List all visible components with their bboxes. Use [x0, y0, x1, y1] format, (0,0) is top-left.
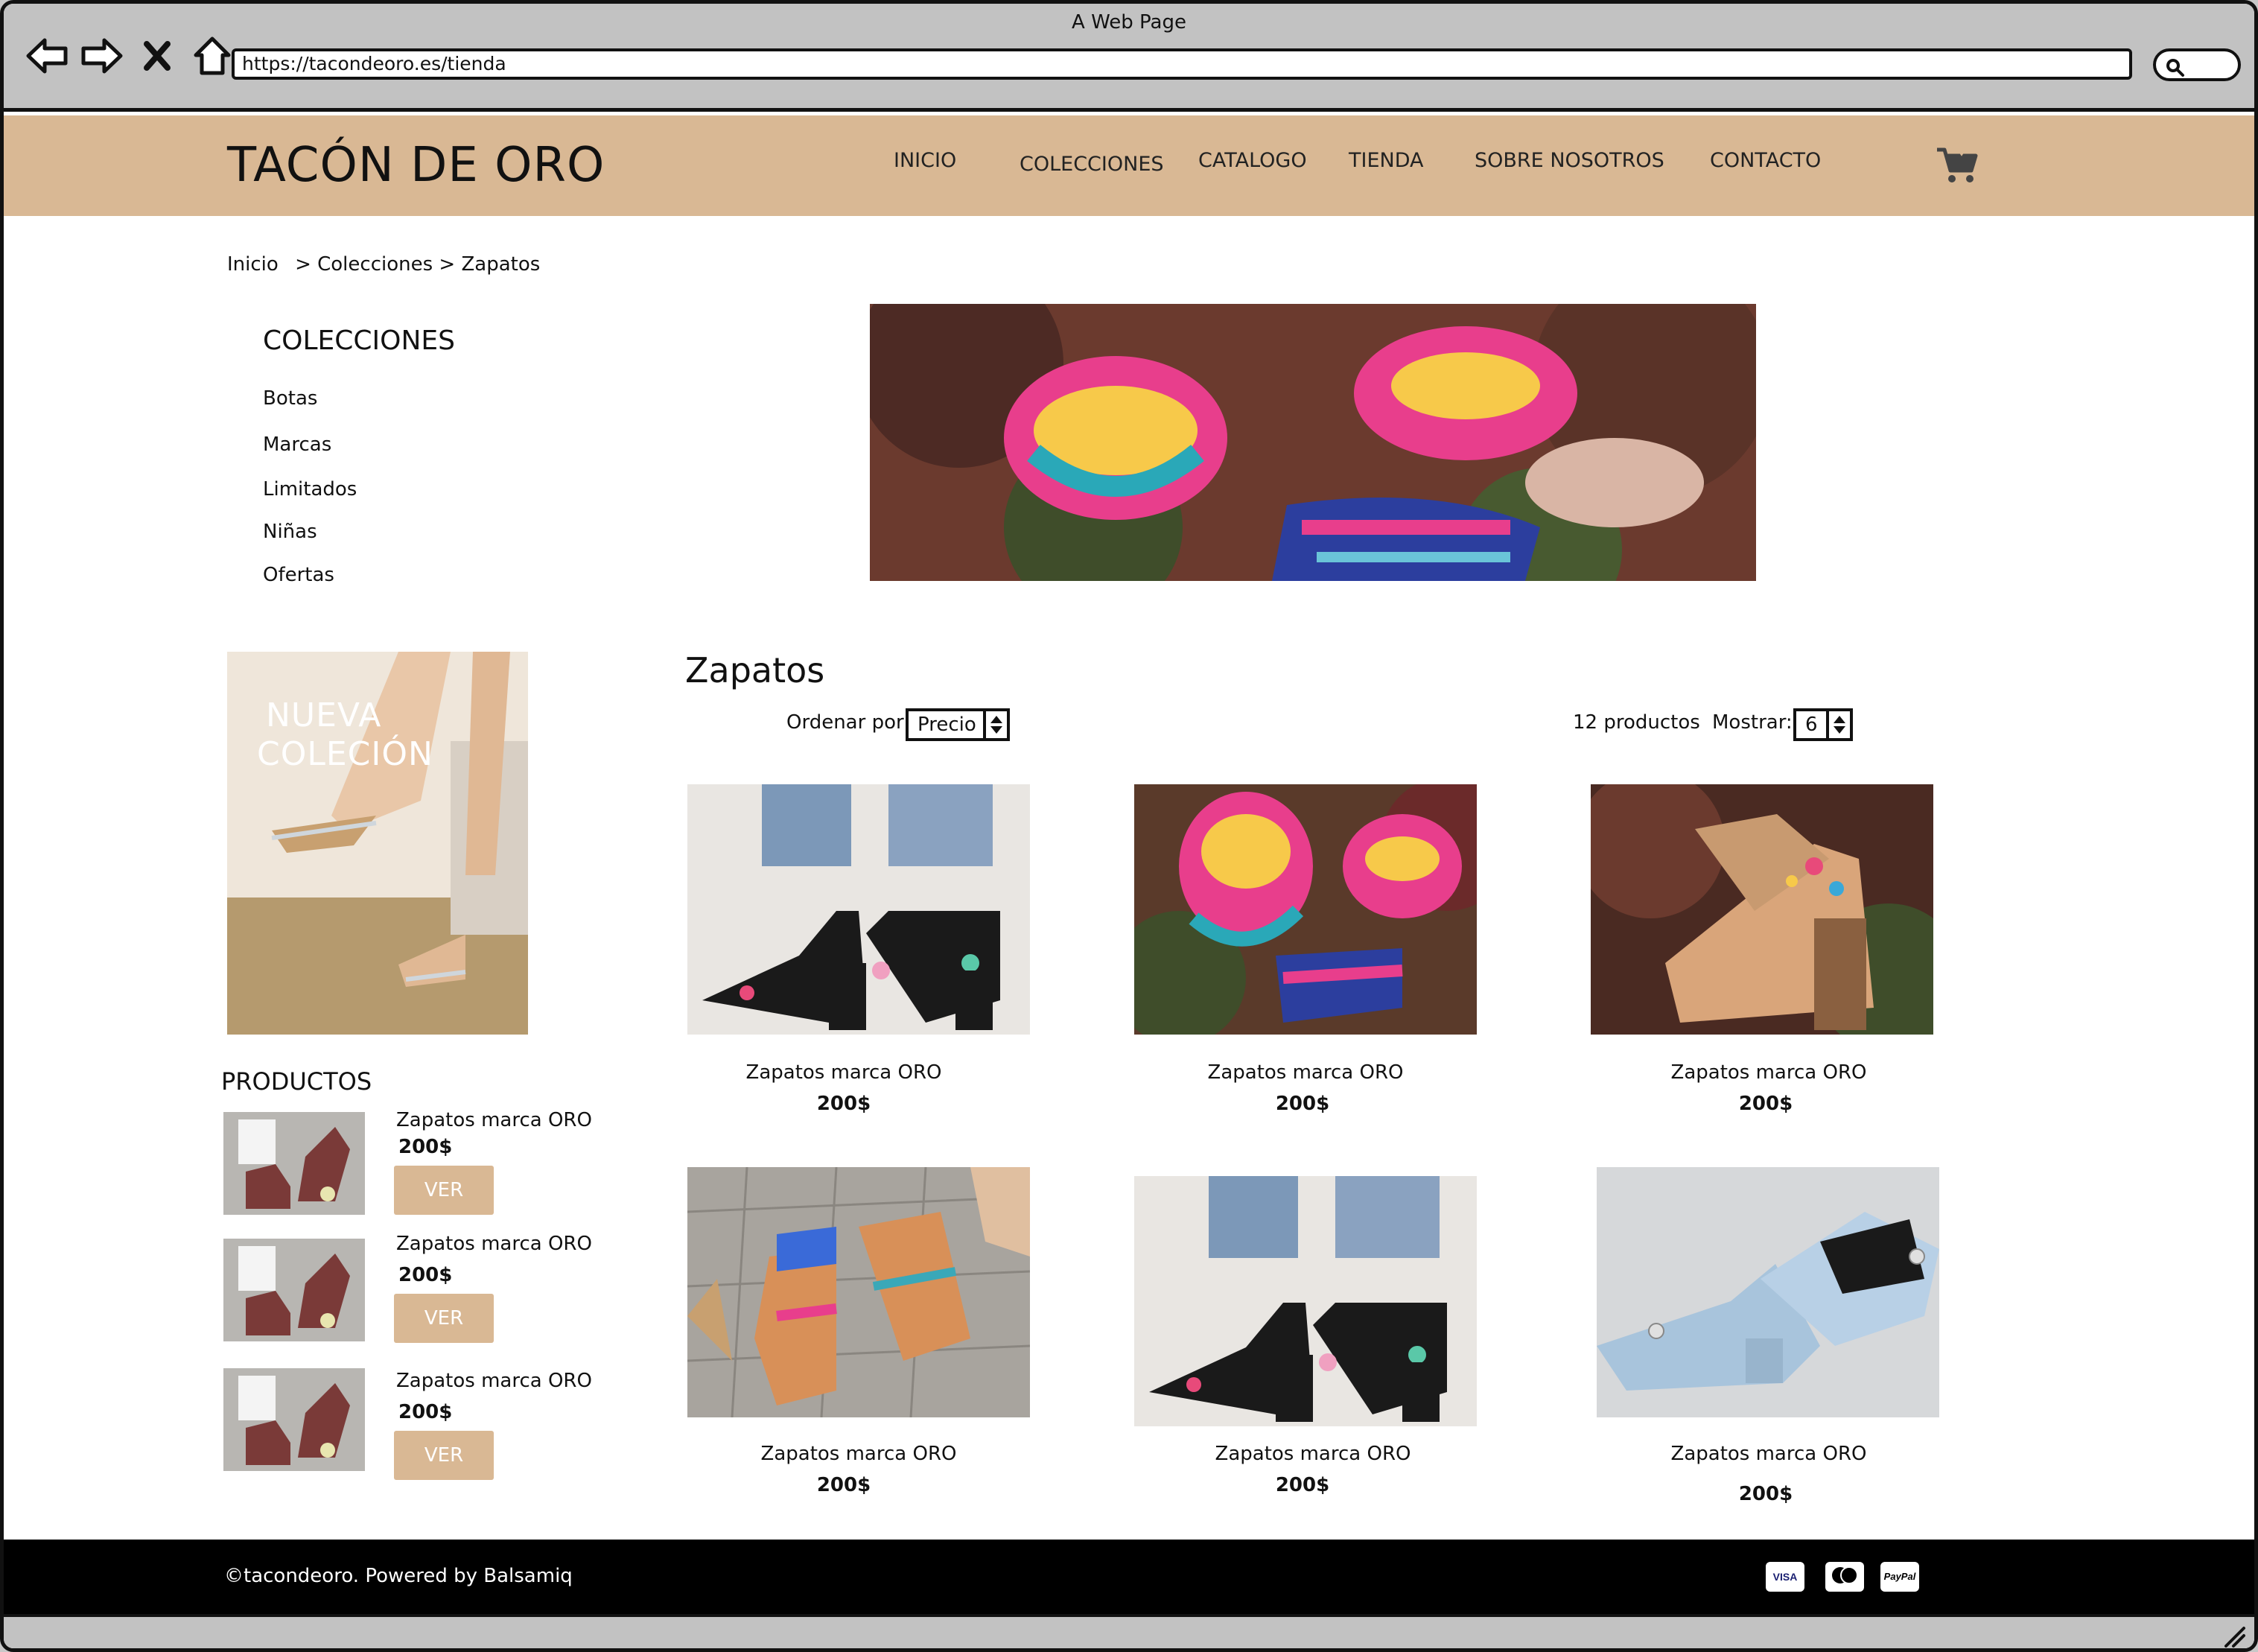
breadcrumb-separator: > — [295, 253, 311, 276]
product-image-6[interactable] — [1597, 1167, 1939, 1417]
visa-icon: VISA — [1766, 1562, 1804, 1592]
promo-text: NUEVA COLECIÓN — [257, 696, 433, 774]
mini-product-image[interactable] — [223, 1368, 365, 1471]
show-select[interactable]: 6 — [1793, 708, 1853, 741]
forward-arrow-icon[interactable] — [80, 34, 124, 78]
footer-copyright: ©tacondeoro. Powered by Balsamiq — [224, 1565, 573, 1587]
promo-line-2: COLECIÓN — [257, 735, 433, 773]
mini-product-price-2: 200$ — [398, 1264, 453, 1286]
browser-status-bar — [4, 1614, 2254, 1648]
resize-handle-icon[interactable] — [2222, 1624, 2247, 1648]
home-icon[interactable] — [190, 34, 235, 78]
section-title: Zapatos — [685, 650, 825, 690]
mini-product-image[interactable] — [223, 1239, 365, 1341]
collections-title: COLECCIONES — [263, 325, 456, 356]
brand-logo[interactable]: TACÓN DE ORO — [227, 138, 605, 193]
product-image-3[interactable] — [1591, 784, 1933, 1035]
browser-window: A Web Page https://tacondeoro.es/tienda … — [0, 0, 2258, 1652]
product-price-3: 200$ — [1738, 1093, 1793, 1115]
browser-nav — [25, 34, 235, 78]
menu-tienda[interactable]: TIENDA — [1349, 149, 1424, 172]
breadcrumb-separator: > — [439, 253, 456, 276]
product-count: 12 productos — [1573, 711, 1700, 734]
sidebar-item-marcas[interactable]: Marcas — [263, 433, 331, 456]
breadcrumb-colecciones[interactable]: Colecciones — [317, 253, 433, 276]
mini-product-image[interactable] — [223, 1112, 365, 1215]
search-icon — [2166, 59, 2184, 77]
sort-value: Precio — [917, 714, 976, 736]
mini-product-price-1: 200$ — [398, 1136, 453, 1158]
product-name-5[interactable]: Zapatos marca ORO — [1142, 1443, 1484, 1465]
browser-search[interactable] — [2153, 48, 2241, 81]
mini-product-name-1[interactable]: Zapatos marca ORO — [396, 1109, 592, 1131]
menu-inicio[interactable]: INICIO — [894, 149, 956, 172]
ver-button[interactable]: VER — [394, 1166, 494, 1215]
site-header: TACÓN DE ORO INICIO COLECCIONES CATALOGO… — [4, 115, 2254, 216]
breadcrumb-current: Zapatos — [461, 253, 541, 276]
product-price-4: 200$ — [816, 1474, 871, 1496]
product-image-4[interactable] — [687, 1167, 1030, 1417]
show-value: 6 — [1805, 714, 1818, 736]
menu-sobre-nosotros[interactable]: SOBRE NOSOTROS — [1475, 149, 1664, 172]
mini-product-name-2[interactable]: Zapatos marca ORO — [396, 1233, 592, 1255]
mini-product-price-3: 200$ — [398, 1401, 453, 1423]
shopping-cart-icon[interactable] — [1934, 145, 1979, 189]
product-name-2[interactable]: Zapatos marca ORO — [1134, 1061, 1477, 1084]
product-image-2[interactable] — [1134, 784, 1477, 1035]
product-name-1[interactable]: Zapatos marca ORO — [672, 1061, 1015, 1084]
browser-toolbar: A Web Page https://tacondeoro.es/tienda — [4, 4, 2254, 112]
breadcrumb: Inicio > Colecciones > Zapatos — [227, 253, 540, 276]
mastercard-icon — [1825, 1562, 1864, 1592]
footer: ©tacondeoro. Powered by Balsamiq VISA Pa… — [4, 1540, 2254, 1614]
sidebar-item-ofertas[interactable]: Ofertas — [263, 564, 334, 586]
sidebar-item-ninas[interactable]: Niñas — [263, 521, 317, 543]
sidebar-item-botas[interactable]: Botas — [263, 387, 317, 410]
window-title: A Web Page — [1072, 11, 1186, 34]
product-price-1: 200$ — [816, 1093, 871, 1115]
ver-button[interactable]: VER — [394, 1431, 494, 1480]
product-name-4[interactable]: Zapatos marca ORO — [687, 1443, 1030, 1465]
promo-image[interactable]: NUEVA COLECIÓN — [227, 652, 528, 1035]
sort-label: Ordenar por: — [786, 711, 910, 734]
promo-line-1: NUEVA — [266, 696, 382, 734]
paypal-icon: PayPal — [1880, 1562, 1919, 1592]
product-name-3[interactable]: Zapatos marca ORO — [1597, 1061, 1940, 1084]
menu-colecciones[interactable]: COLECCIONES — [1020, 153, 1164, 176]
back-arrow-icon[interactable] — [25, 34, 69, 78]
spinner-icon[interactable] — [983, 711, 1007, 738]
ver-button[interactable]: VER — [394, 1294, 494, 1343]
sidebar-item-limitados[interactable]: Limitados — [263, 478, 357, 501]
close-x-icon[interactable] — [135, 34, 179, 78]
product-image-5[interactable] — [1134, 1176, 1477, 1426]
show-label: Mostrar: — [1712, 711, 1793, 734]
menu-contacto[interactable]: CONTACTO — [1710, 149, 1821, 172]
spinner-icon[interactable] — [1826, 711, 1850, 738]
product-image-1[interactable] — [687, 784, 1030, 1035]
url-bar[interactable]: https://tacondeoro.es/tienda — [232, 48, 2132, 80]
mini-product-name-3[interactable]: Zapatos marca ORO — [396, 1370, 592, 1392]
product-price-6: 200$ — [1738, 1483, 1793, 1505]
sort-select[interactable]: Precio — [906, 708, 1010, 741]
product-price-5: 200$ — [1275, 1474, 1330, 1496]
product-name-6[interactable]: Zapatos marca ORO — [1597, 1443, 1940, 1465]
product-price-2: 200$ — [1275, 1093, 1330, 1115]
menu-catalogo[interactable]: CATALOGO — [1198, 149, 1307, 172]
breadcrumb-inicio[interactable]: Inicio — [227, 253, 279, 276]
products-title: PRODUCTOS — [221, 1067, 372, 1096]
hero-banner-image — [870, 304, 1756, 581]
